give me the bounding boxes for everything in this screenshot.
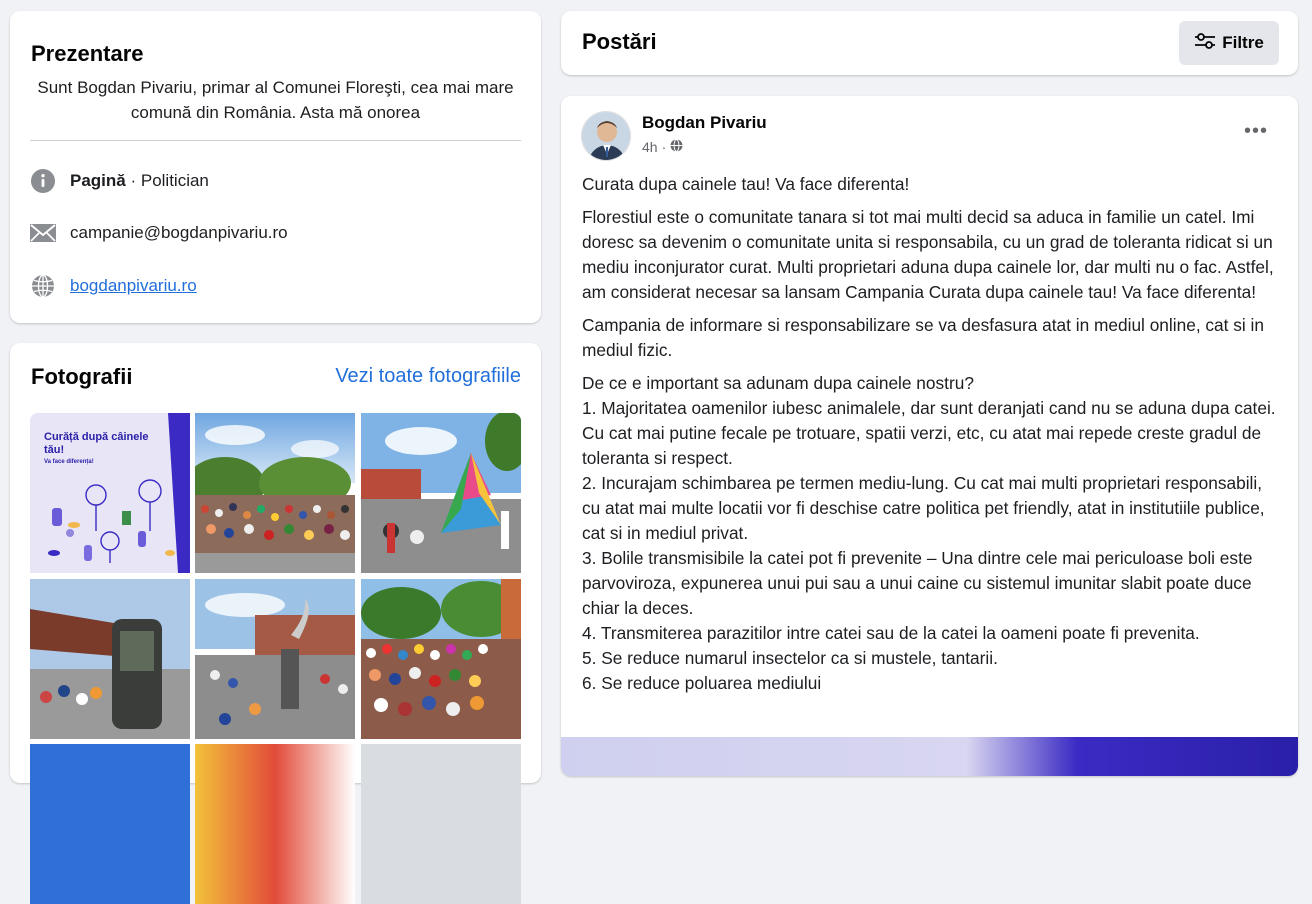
post-time[interactable]: 4h bbox=[642, 139, 658, 155]
post-paragraph: Curata dupa cainele tau! Va face diferen… bbox=[582, 174, 910, 194]
post-paragraph: Campania de informare si responsabilizar… bbox=[582, 315, 1265, 360]
posts-header-card: Postări Filtre bbox=[561, 11, 1298, 75]
more-options-icon[interactable]: ••• bbox=[1244, 120, 1268, 143]
author-avatar[interactable] bbox=[581, 111, 631, 161]
photo-row3-2[interactable] bbox=[195, 744, 355, 904]
meta-separator: · bbox=[661, 139, 667, 155]
photo-campaign-poster[interactable]: Curăță după câinele tău! Va face diferen… bbox=[30, 413, 190, 573]
poster-title: Curăță după câinele tău! bbox=[44, 431, 149, 456]
filters-button[interactable]: Filtre bbox=[1179, 21, 1279, 65]
post-paragraph: Florestiul este o comunitate tanara si t… bbox=[582, 207, 1274, 302]
photos-card: Fotografii Vezi toate fotografiile Curăț… bbox=[10, 343, 541, 904]
intro-divider bbox=[30, 140, 521, 141]
photo-parade-kite[interactable] bbox=[361, 413, 521, 573]
envelope-icon bbox=[30, 220, 56, 246]
photo-crowd-park[interactable] bbox=[195, 413, 355, 573]
info-row-email: campanie@bogdanpivariu.ro bbox=[30, 219, 288, 247]
see-all-photos-link[interactable]: Vezi toate fotografiile bbox=[335, 365, 521, 388]
info-row-website: bogdanpivariu.ro bbox=[30, 272, 197, 300]
intro-card: Prezentare Sunt Bogdan Pivariu, primar a… bbox=[10, 11, 541, 323]
page-type-label: Pagină · Politician bbox=[70, 171, 209, 190]
sliders-icon bbox=[1194, 32, 1216, 55]
globe-icon bbox=[30, 273, 56, 299]
filters-label: Filtre bbox=[1222, 33, 1264, 52]
photos-title: Fotografii bbox=[31, 364, 133, 389]
email-text: campanie@bogdanpivariu.ro bbox=[70, 223, 288, 242]
author-name[interactable]: Bogdan Pivariu bbox=[642, 113, 767, 133]
post-image[interactable] bbox=[561, 737, 1298, 776]
intro-bio: Sunt Bogdan Pivariu, primar al Comunei F… bbox=[37, 78, 514, 122]
info-icon bbox=[30, 168, 56, 194]
posts-title: Postări bbox=[582, 29, 657, 54]
photo-costume[interactable] bbox=[30, 579, 190, 739]
website-link[interactable]: bogdanpivariu.ro bbox=[70, 276, 197, 296]
info-row-category: Pagină · Politician bbox=[30, 167, 209, 195]
photo-crowd-hands[interactable] bbox=[361, 579, 521, 739]
post-body: Curata dupa cainele tau! Va face diferen… bbox=[582, 172, 1282, 704]
photo-row3-1[interactable] bbox=[30, 744, 190, 904]
intro-title: Prezentare bbox=[31, 41, 144, 66]
poster-subtitle: Va face diferența! bbox=[44, 459, 94, 465]
post-meta: 4h · bbox=[642, 139, 683, 155]
public-globe-icon bbox=[670, 139, 683, 155]
post-card: Bogdan Pivariu 4h · ••• Curata dupa cain… bbox=[561, 96, 1298, 776]
photo-row3-3[interactable] bbox=[361, 744, 521, 904]
post-paragraph: De ce e important sa adunam dupa cainele… bbox=[582, 373, 1276, 693]
photo-stage-show[interactable] bbox=[195, 579, 355, 739]
